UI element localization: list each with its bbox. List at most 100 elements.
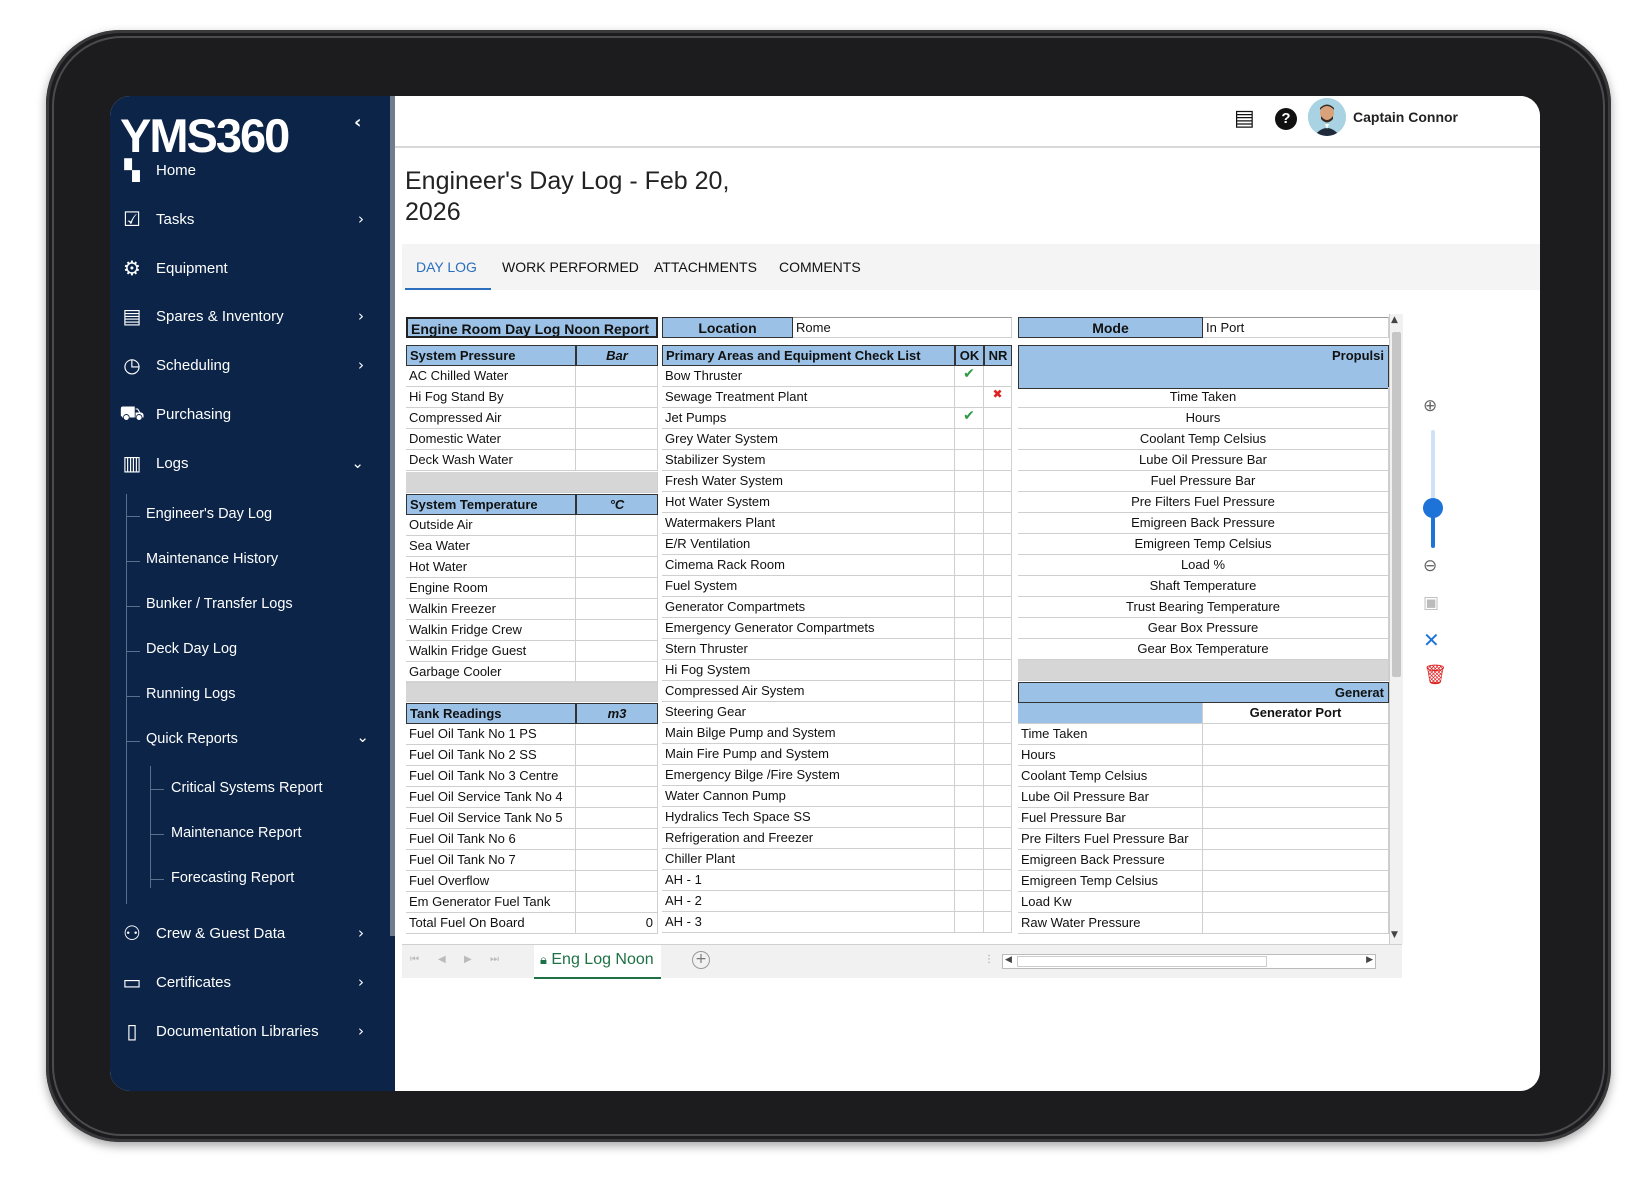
propulsion-row-label[interactable]: Emigreen Back Pressure — [1018, 513, 1389, 534]
temperature-row-label[interactable]: Outside Air — [406, 515, 576, 536]
sidebar-item-bunker-transfer-logs[interactable]: Bunker / Transfer Logs — [146, 596, 293, 612]
system-pressure-unit[interactable]: Bar — [576, 345, 658, 366]
temperature-row-value[interactable] — [576, 620, 658, 641]
checklist-nr-cell[interactable] — [984, 450, 1012, 471]
tank-row-label[interactable]: Fuel Oil Tank No 2 SS — [406, 745, 576, 766]
tank-row-value[interactable]: 0 — [576, 913, 658, 934]
mode-value-cell[interactable]: In Port — [1203, 317, 1389, 338]
checklist-ok-cell[interactable] — [955, 597, 984, 618]
sidebar-item-maintenance-history[interactable]: Maintenance History — [146, 551, 278, 567]
checklist-nr-cell[interactable] — [984, 849, 1012, 870]
temperature-row-value[interactable] — [576, 599, 658, 620]
propulsion-row-label[interactable]: Gear Box Temperature — [1018, 639, 1389, 660]
checklist-row-label[interactable]: Water Cannon Pump — [662, 786, 955, 807]
report-title-cell[interactable]: Engine Room Day Log Noon Report — [406, 317, 658, 338]
chat-icon[interactable]: ▤ — [1234, 106, 1255, 131]
sidebar-item-certificates[interactable]: ▭ Certificates › — [110, 964, 390, 1000]
checklist-nr-cell[interactable] — [984, 828, 1012, 849]
sidebar-item-scheduling[interactable]: ◷ Scheduling › — [110, 347, 390, 383]
generator-row-label[interactable]: Raw Water Pressure — [1018, 913, 1203, 934]
checklist-ok-cell[interactable] — [955, 807, 984, 828]
scroll-down-icon[interactable]: ▼ — [1391, 930, 1398, 940]
sheet-horizontal-scrollbar[interactable]: ◀ ▶ — [1002, 954, 1376, 969]
zoom-slider-knob[interactable] — [1423, 498, 1443, 518]
sidebar-item-equipment[interactable]: ⚙ Equipment — [110, 250, 390, 286]
checklist-nr-cell[interactable] — [984, 366, 1012, 387]
checklist-ok-cell[interactable] — [955, 912, 984, 933]
tank-row-label[interactable]: Fuel Oil Tank No 6 — [406, 829, 576, 850]
tank-row-value[interactable] — [576, 892, 658, 913]
pressure-row-value[interactable] — [576, 366, 658, 387]
system-temperature-header[interactable]: System Temperature — [406, 494, 576, 515]
checklist-nr-cell[interactable] — [984, 702, 1012, 723]
checklist-nr-cell[interactable] — [984, 681, 1012, 702]
checklist-ok-cell[interactable] — [955, 429, 984, 450]
generator-row-label[interactable]: Pre Filters Fuel Pressure Bar — [1018, 829, 1203, 850]
tank-row-label[interactable]: Fuel Oil Tank No 1 PS — [406, 724, 576, 745]
sidebar-item-running-logs[interactable]: Running Logs — [146, 686, 236, 702]
checklist-row-label[interactable]: Chiller Plant — [662, 849, 955, 870]
checklist-row-label[interactable]: Stabilizer System — [662, 450, 955, 471]
checklist-nr-cell[interactable] — [984, 471, 1012, 492]
checklist-row-label[interactable]: E/R Ventilation — [662, 534, 955, 555]
scroll-left-icon[interactable]: ◀ — [1005, 955, 1012, 965]
propulsion-row-label[interactable]: Shaft Temperature — [1018, 576, 1389, 597]
checklist-row-label[interactable]: Hi Fog System — [662, 660, 955, 681]
propulsion-header[interactable]: Propulsi — [1018, 345, 1389, 389]
checklist-ok-cell[interactable] — [955, 534, 984, 555]
checklist-ok-header[interactable]: OK — [955, 345, 984, 366]
generator-port-value[interactable] — [1203, 745, 1389, 766]
tab-work-performed[interactable]: WORK PERFORMED — [502, 259, 639, 275]
mode-label-cell[interactable]: Mode — [1018, 317, 1203, 338]
sidebar-item-purchasing[interactable]: ⛟ Purchasing — [110, 396, 390, 432]
add-sheet-icon[interactable]: + — [692, 951, 710, 969]
checklist-nr-cell[interactable] — [984, 912, 1012, 933]
chevron-down-icon[interactable]: ⌄ — [356, 728, 369, 746]
checklist-ok-cell[interactable] — [955, 555, 984, 576]
pressure-row-value[interactable] — [576, 429, 658, 450]
temperature-row-value[interactable] — [576, 578, 658, 599]
generator-row-label[interactable]: Time Taken — [1018, 724, 1203, 745]
temperature-row-value[interactable] — [576, 536, 658, 557]
tab-day-log[interactable]: DAY LOG — [416, 259, 477, 275]
sidebar-item-tasks[interactable]: ☑ Tasks › — [110, 201, 390, 237]
checklist-ok-cell[interactable] — [955, 576, 984, 597]
checklist-nr-cell[interactable] — [984, 492, 1012, 513]
location-label-cell[interactable]: Location — [662, 317, 793, 338]
checklist-row-label[interactable]: Fresh Water System — [662, 471, 955, 492]
sidebar-item-logs[interactable]: ▥ Logs ⌄ — [110, 445, 390, 481]
checklist-row-label[interactable]: Emergency Generator Compartmets — [662, 618, 955, 639]
zoom-out-icon[interactable]: ⊖ — [1423, 556, 1437, 576]
first-sheet-icon[interactable]: ⏮ — [410, 954, 419, 965]
pressure-row-label[interactable]: Compressed Air — [406, 408, 576, 429]
temperature-row-label[interactable]: Walkin Fridge Guest — [406, 641, 576, 662]
checklist-ok-cell[interactable] — [955, 681, 984, 702]
checklist-nr-cell[interactable] — [984, 807, 1012, 828]
user-name[interactable]: Captain Connor — [1353, 109, 1458, 125]
pressure-row-label[interactable]: Deck Wash Water — [406, 450, 576, 471]
system-temperature-unit[interactable]: °C — [576, 494, 658, 515]
checklist-row-label[interactable]: Compressed Air System — [662, 681, 955, 702]
checklist-row-label[interactable]: Sewage Treatment Plant — [662, 387, 955, 408]
checklist-ok-cell[interactable] — [955, 639, 984, 660]
generator-port-value[interactable] — [1203, 871, 1389, 892]
tank-row-label[interactable]: Em Generator Fuel Tank — [406, 892, 576, 913]
sidebar-item-spares[interactable]: ▤ Spares & Inventory › — [110, 298, 390, 334]
checklist-row-label[interactable]: Stern Thruster — [662, 639, 955, 660]
checklist-row-label[interactable]: Cimema Rack Room — [662, 555, 955, 576]
checklist-nr-cell[interactable] — [984, 786, 1012, 807]
checklist-row-label[interactable]: Main Bilge Pump and System — [662, 723, 955, 744]
scroll-right-icon[interactable]: ▶ — [1366, 955, 1373, 965]
zoom-in-icon[interactable]: ⊕ — [1423, 396, 1437, 416]
scroll-thumb[interactable] — [1392, 332, 1401, 677]
checklist-nr-cell[interactable] — [984, 534, 1012, 555]
checklist-ok-cell[interactable] — [955, 786, 984, 807]
tank-row-label[interactable]: Total Fuel On Board — [406, 913, 576, 934]
temperature-row-label[interactable]: Sea Water — [406, 536, 576, 557]
checklist-nr-cell[interactable] — [984, 870, 1012, 891]
checklist-nr-cell[interactable] — [984, 513, 1012, 534]
checklist-nr-cell[interactable] — [984, 744, 1012, 765]
checklist-ok-cell[interactable] — [955, 492, 984, 513]
last-sheet-icon[interactable]: ⏭ — [490, 954, 499, 965]
temperature-row-value[interactable] — [576, 557, 658, 578]
